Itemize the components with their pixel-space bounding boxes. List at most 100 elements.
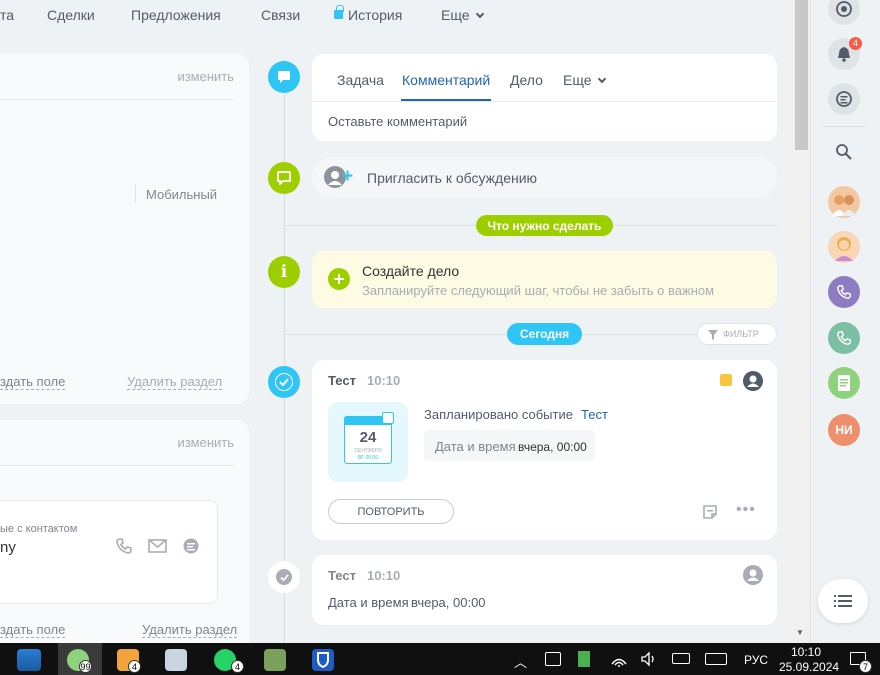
avatar[interactable]	[828, 231, 860, 263]
document-icon[interactable]	[828, 367, 860, 399]
avatar[interactable]	[828, 186, 860, 218]
composer-card: Задача Комментарий Дело Еще Оставьте ком…	[312, 54, 777, 141]
taskbar-badge: 99	[79, 660, 92, 673]
scrollbar[interactable]: ▼	[793, 0, 810, 643]
wifi-icon[interactable]	[610, 651, 628, 667]
datetime-value: вчера, 00:00	[411, 595, 486, 610]
contact-name[interactable]: ny	[0, 539, 16, 556]
menu-button[interactable]	[818, 579, 868, 623]
phone-icon[interactable]	[828, 276, 860, 308]
avatar[interactable]	[743, 565, 763, 585]
clock-date[interactable]: 25.09.2024	[779, 660, 839, 674]
tab-deal[interactable]: Дело	[510, 72, 543, 88]
tray-expand-icon[interactable]: ︿	[514, 652, 527, 671]
volume-icon[interactable]	[640, 651, 658, 667]
right-sidebar: 4 НИ	[810, 0, 880, 643]
phone-type-select[interactable]: Мобильный	[146, 187, 217, 202]
nav-item-history[interactable]: История	[334, 5, 402, 23]
avatar[interactable]: НИ	[828, 414, 860, 446]
nav-item-links[interactable]: Связи	[261, 7, 300, 23]
todo-pill: Что нужно сделать	[476, 215, 613, 236]
keyboard-icon[interactable]	[705, 653, 727, 665]
scrollbar-thumb[interactable]	[795, 0, 808, 150]
left-panel-details: изменить Мобильный здать поле Удалить ра…	[0, 54, 249, 404]
avatar[interactable]	[743, 371, 763, 391]
settings-icon[interactable]	[828, 0, 860, 25]
add-field-link[interactable]: здать поле	[0, 622, 66, 638]
battery-icon[interactable]	[672, 653, 690, 664]
divider	[135, 185, 136, 203]
taskbar: 99 4 4 ︿ РУС 10:10 25.09.2024 7	[0, 643, 880, 675]
filter-label: ФИЛЬТР	[723, 329, 759, 339]
nav-item-deals[interactable]: Сделки	[47, 7, 95, 23]
app-icon[interactable]	[264, 649, 286, 671]
delete-section-link[interactable]: Удалить раздел	[127, 374, 223, 390]
calendar-icon: 24 СЕНТЯБРЯ ВТ 00:00	[328, 402, 408, 482]
nav-item-offers[interactable]: Предложения	[131, 7, 221, 23]
tray-icon[interactable]	[578, 651, 590, 667]
datetime-value: вчера, 00:00	[518, 440, 587, 454]
calendar-day: 24	[359, 429, 377, 446]
event-desc-link[interactable]: Тест	[581, 407, 608, 422]
create-deal-title: Создайте дело	[362, 263, 460, 279]
info-timeline-icon: i	[268, 256, 300, 288]
clock-time[interactable]: 10:10	[791, 645, 821, 659]
phone-icon[interactable]	[115, 537, 133, 555]
check-timeline-icon	[268, 366, 300, 398]
language-indicator[interactable]: РУС	[744, 653, 768, 667]
datetime-label: Дата и время	[328, 595, 409, 610]
phone-icon[interactable]	[828, 322, 860, 354]
event-time: 10:10	[367, 373, 401, 388]
app-icon[interactable]	[17, 649, 41, 671]
comment-timeline-icon	[268, 61, 300, 93]
messages-icon[interactable]	[828, 83, 860, 115]
divider	[0, 99, 234, 100]
image-viewer-icon[interactable]	[165, 649, 187, 671]
invite-label: Пригласить к обсуждению	[367, 170, 538, 186]
divider	[312, 101, 777, 102]
chat-icon[interactable]	[182, 537, 200, 555]
search-icon[interactable]	[828, 136, 860, 168]
scroll-down-icon[interactable]: ▼	[796, 628, 804, 637]
event-card: Тест 10:10 Дата и время вчера, 00:00	[312, 555, 777, 625]
more-icon[interactable]: •••	[736, 501, 756, 519]
calendar-time: ВТ 00:00	[358, 455, 378, 461]
event-time: 10:10	[367, 568, 401, 583]
invite-bar[interactable]: + Пригласить к обсуждению	[312, 157, 777, 198]
discussion-timeline-icon	[268, 162, 300, 194]
list-icon	[834, 595, 852, 607]
mail-icon[interactable]	[148, 539, 167, 553]
nav-item-more[interactable]: Еще	[441, 7, 484, 23]
tab-comment[interactable]: Комментарий	[402, 72, 490, 88]
taskbar-badge: 4	[231, 660, 244, 673]
datetime-label: Дата и время	[435, 439, 516, 454]
create-deal-subtitle: Запланируйте следующий шаг, чтобы не заб…	[362, 283, 715, 298]
datetime-box: Дата и время вчера, 00:00	[424, 430, 595, 461]
done-timeline-icon	[268, 561, 300, 593]
event-card: Тест 10:10 24 СЕНТЯБРЯ ВТ 00:00 Запланир…	[312, 360, 777, 540]
tray-icon[interactable]	[545, 652, 561, 666]
repeat-button[interactable]: ПОВТОРИТЬ	[328, 499, 454, 524]
create-deal-card[interactable]: Создайте дело Запланируйте следующий шаг…	[312, 251, 777, 308]
comment-input[interactable]: Оставьте комментарий	[328, 114, 467, 129]
bitwarden-icon[interactable]	[312, 649, 334, 671]
plus-icon: +	[342, 166, 354, 187]
contact-card[interactable]: ые с контактом ny	[0, 500, 218, 604]
edit-link[interactable]: изменить	[177, 435, 234, 450]
event-title[interactable]: Тест	[328, 568, 356, 583]
nav-item-partial[interactable]: та	[0, 7, 14, 23]
edit-link[interactable]: изменить	[177, 69, 234, 84]
event-title[interactable]: Тест	[328, 373, 356, 388]
status-badge[interactable]	[720, 374, 732, 386]
taskbar-badge: 4	[128, 660, 141, 673]
add-deal-icon[interactable]	[328, 268, 350, 290]
chevron-down-icon	[597, 74, 606, 84]
calendar-month: СЕНТЯБРЯ	[354, 448, 382, 454]
delete-section-link[interactable]: Удалить раздел	[142, 622, 238, 638]
add-field-link[interactable]: здать поле	[0, 374, 66, 390]
note-icon[interactable]	[702, 504, 718, 520]
tab-more[interactable]: Еще	[563, 72, 606, 88]
tab-task[interactable]: Задача	[337, 72, 384, 88]
filter-button[interactable]: ФИЛЬТР	[697, 323, 777, 345]
bell-icon[interactable]: 4	[828, 37, 862, 70]
